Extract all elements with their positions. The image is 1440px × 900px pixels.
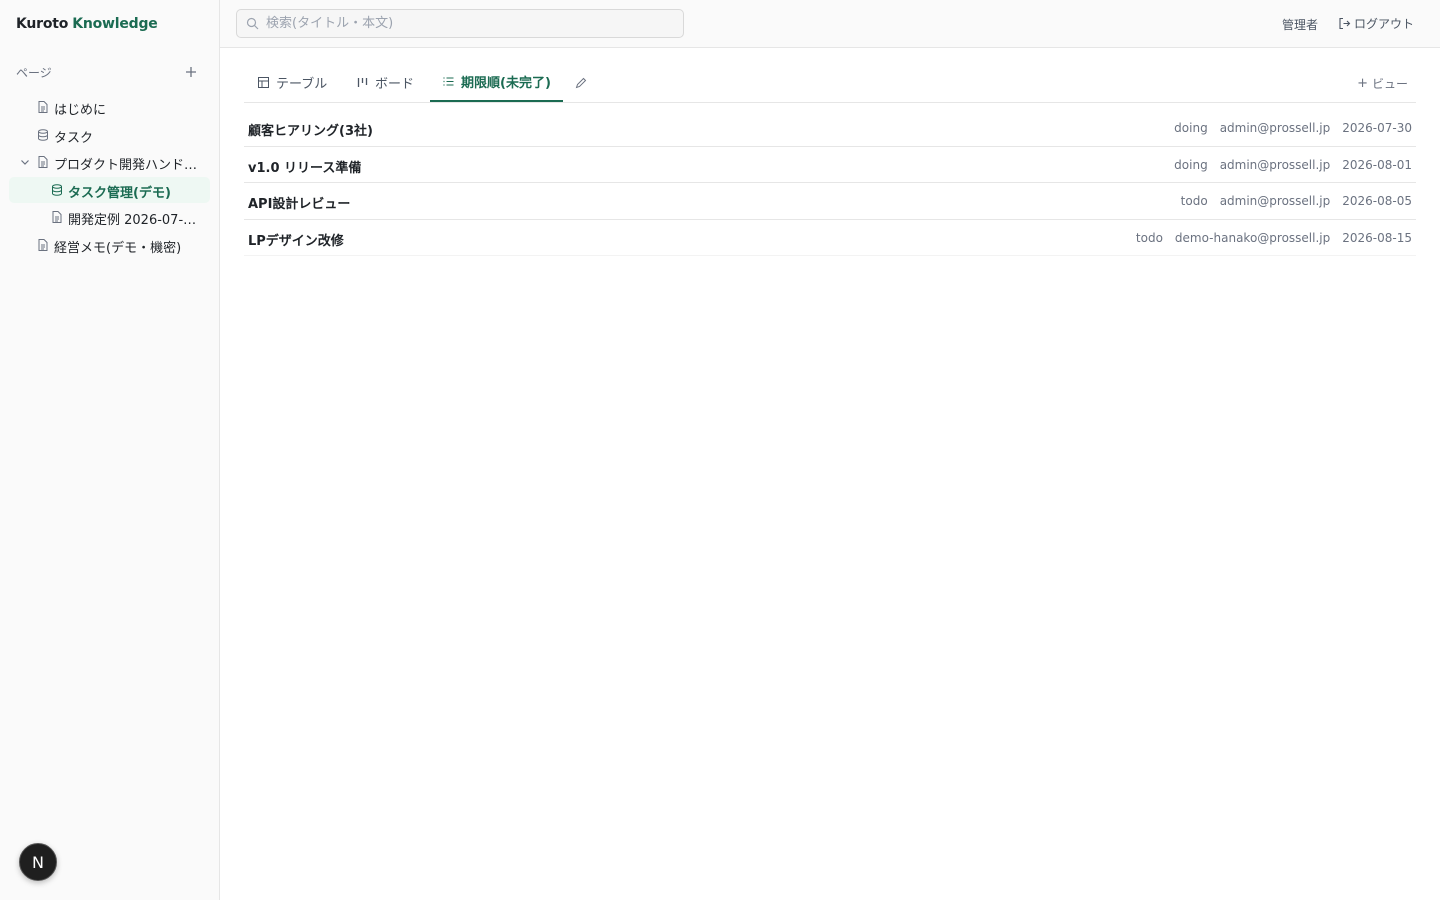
board-icon — [357, 77, 368, 87]
task-due-date: 2026-08-05 — [1342, 194, 1412, 208]
task-meta: todo demo-hanako@prossell.jp 2026-08-15 — [1136, 231, 1412, 245]
database-icon — [52, 183, 62, 196]
sidebar-item-label: タスク — [54, 130, 94, 146]
add-view-label: ビュー — [1371, 77, 1408, 91]
sidebar-item-label: タスク管理(デモ) — [68, 185, 171, 201]
tab-label: ボード — [375, 76, 415, 92]
task-assignee: admin@prossell.jp — [1219, 157, 1331, 172]
sidebar-item-tasks[interactable]: タスク — [9, 122, 210, 148]
page-icon — [38, 101, 48, 113]
task-meta: todo admin@prossell.jp 2026-08-05 — [1181, 194, 1412, 208]
pages-section-header: ページ — [0, 60, 219, 84]
list-icon — [443, 76, 454, 86]
list-item[interactable]: API設計レビュー todo admin@prossell.jp 2026-08… — [244, 183, 1416, 220]
task-due-date: 2026-08-15 — [1342, 230, 1412, 245]
tab-label: 期限順(未完了) — [461, 75, 551, 91]
tab-board[interactable]: ボード — [356, 62, 414, 102]
task-list: 顧客ヒアリング(3社) doing admin@prossell.jp 2026… — [244, 110, 1416, 256]
dev-tools-label: N — [32, 852, 44, 872]
page-icon — [38, 238, 48, 251]
task-assignee: demo-hanako@prossell.jp — [1174, 230, 1331, 245]
sidebar: Kuroto Knowledge ページ はじめに タスク プロダクト開発ハンド… — [0, 0, 220, 900]
brand-primary: Kuroto — [16, 16, 69, 32]
logout-icon — [1339, 17, 1351, 30]
tab-label: テーブル — [276, 76, 328, 92]
pages-section-label: ページ — [16, 65, 52, 80]
sidebar-item-dev-meeting[interactable]: 開発定例 2026-07-24 議事録 — [9, 204, 210, 230]
task-title: API設計レビュー — [248, 197, 351, 212]
sidebar-item-product-handbook[interactable]: プロダクト開発ハンドブック — [9, 149, 210, 175]
table-icon — [258, 76, 269, 88]
plus-icon — [186, 67, 196, 77]
add-page-button[interactable] — [183, 64, 199, 80]
brand-logo[interactable]: Kuroto Knowledge — [0, 0, 219, 48]
task-status: todo — [1180, 194, 1208, 208]
task-status: doing — [1174, 121, 1208, 135]
view-tabs: テーブル ボード 期限順(未完了) + ビュー — [244, 62, 1416, 103]
task-title: LPデザイン改修 — [248, 233, 344, 249]
list-item[interactable]: 顧客ヒアリング(3社) doing admin@prossell.jp 2026… — [244, 110, 1416, 147]
logout-label: ログアウト — [1354, 17, 1415, 31]
task-title: 顧客ヒアリング(3社) — [248, 124, 373, 139]
task-status: todo — [1135, 230, 1163, 245]
search-box[interactable] — [236, 9, 684, 38]
plus-icon: + — [1357, 76, 1368, 91]
sidebar-item-management-memo[interactable]: 経営メモ(デモ・機密) — [9, 232, 210, 258]
sidebar-item-hajimeni[interactable]: はじめに — [9, 94, 210, 120]
task-due-date: 2026-07-30 — [1342, 121, 1412, 135]
list-item[interactable]: LPデザイン改修 todo demo-hanako@prossell.jp 20… — [244, 220, 1416, 256]
pencil-icon[interactable] — [574, 76, 588, 90]
database-icon — [38, 128, 48, 141]
task-assignee: admin@prossell.jp — [1219, 194, 1331, 208]
task-status: doing — [1174, 157, 1208, 172]
task-meta: doing admin@prossell.jp 2026-08-01 — [1174, 158, 1412, 172]
search-icon — [246, 17, 259, 30]
task-due-date: 2026-08-01 — [1342, 157, 1412, 172]
page-icon — [38, 156, 48, 168]
task-meta: doing admin@prossell.jp 2026-07-30 — [1174, 121, 1412, 135]
task-title: v1.0 リリース準備 — [248, 160, 362, 176]
chevron-down-icon[interactable] — [18, 155, 32, 169]
dev-tools-button[interactable]: N — [19, 843, 57, 881]
logout-button[interactable]: ログアウト — [1338, 15, 1414, 32]
brand-accent: Knowledge — [72, 16, 158, 32]
add-view-button[interactable]: + ビュー — [1357, 75, 1408, 92]
search-input[interactable] — [266, 13, 676, 34]
user-role-label[interactable]: 管理者 — [1282, 16, 1318, 33]
tab-deadline-order[interactable]: 期限順(未完了) — [430, 62, 563, 102]
page-icon — [52, 211, 62, 223]
top-bar: 管理者 ログアウト — [220, 0, 1440, 48]
tab-table[interactable]: テーブル — [257, 62, 327, 102]
sidebar-item-label: 開発定例 2026-07-24 議事録 — [68, 213, 203, 228]
page-tree: はじめに タスク プロダクト開発ハンドブック タスク管理(デモ) — [0, 94, 219, 258]
task-assignee: admin@prossell.jp — [1219, 121, 1331, 135]
sidebar-item-label: プロダクト開発ハンドブック — [54, 158, 204, 173]
sidebar-item-task-management-demo[interactable]: タスク管理(デモ) — [9, 176, 210, 203]
sidebar-item-label: はじめに — [54, 103, 107, 118]
list-item[interactable]: v1.0 リリース準備 doing admin@prossell.jp 2026… — [244, 147, 1416, 183]
sidebar-item-label: 経営メモ(デモ・機密) — [54, 240, 182, 256]
